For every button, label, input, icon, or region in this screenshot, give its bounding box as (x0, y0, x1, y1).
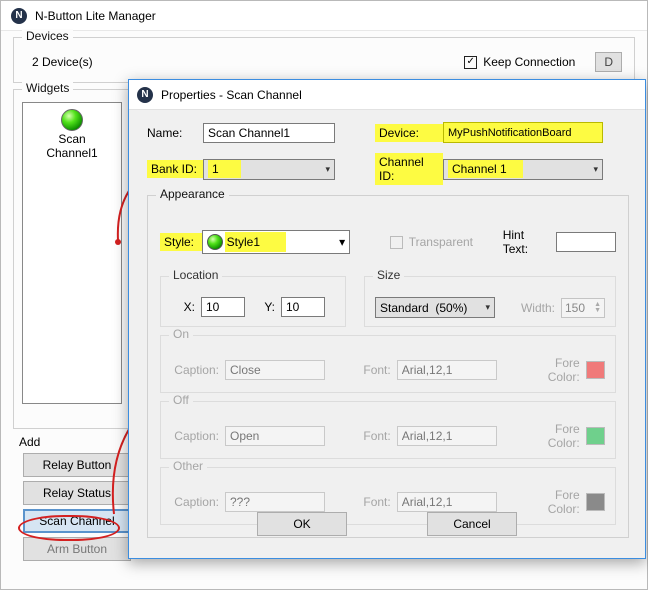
location-groupbox: Location X: Y: (160, 276, 346, 327)
device-count: 2 Device(s) (26, 55, 93, 69)
other-label: Other (169, 459, 207, 473)
other-font-label: Font: (360, 495, 391, 509)
style-orb-icon (207, 234, 223, 250)
device-label: Device: (375, 124, 443, 142)
bankid-select[interactable]: 1 ▾ (203, 159, 335, 180)
off-caption-label: Caption: (171, 429, 219, 443)
dialog-titlebar: N Properties - Scan Channel (129, 80, 645, 110)
appearance-groupbox: Appearance Style: Style1 ▾ Transparent H… (147, 195, 629, 538)
name-input[interactable] (203, 123, 335, 143)
widgets-list[interactable]: Scan Channel1 (22, 102, 122, 404)
off-caption-input (225, 426, 325, 446)
off-font-input (397, 426, 497, 446)
on-font-input (397, 360, 497, 380)
app-title: N-Button Lite Manager (35, 9, 156, 23)
transparent-checkbox: Transparent (390, 235, 473, 249)
name-label: Name: (147, 126, 203, 140)
on-label: On (169, 327, 193, 341)
hinttext-label: Hint Text: (503, 228, 552, 256)
bankid-label: Bank ID: (147, 160, 203, 178)
off-label: Off (169, 393, 193, 407)
properties-dialog: N Properties - Scan Channel Name: Device… (128, 79, 646, 559)
width-spinner: 150 ▲▼ (561, 298, 605, 318)
on-caption-input (225, 360, 325, 380)
off-groupbox: Off Caption: Font: Fore Color: (160, 401, 616, 459)
y-input[interactable] (281, 297, 325, 317)
bankid-value: 1 (208, 160, 241, 178)
dialog-body: Name: Device: MyPushNotificationBoard Ba… (129, 110, 645, 546)
transparent-label: Transparent (409, 235, 473, 249)
y-label: Y: (251, 300, 275, 314)
devices-extra-button[interactable]: D (595, 52, 622, 72)
devices-label: Devices (22, 29, 73, 43)
widgets-label: Widgets (22, 81, 73, 95)
off-font-label: Font: (360, 429, 391, 443)
width-label: Width: (521, 301, 555, 315)
channelid-label: Channel ID: (375, 153, 443, 185)
other-color-swatch[interactable] (586, 493, 605, 511)
scan-channel-button[interactable]: Scan Channel (23, 509, 131, 533)
location-label: Location (169, 268, 222, 282)
relay-button-button[interactable]: Relay Button (23, 453, 131, 477)
keep-connection-label: Keep Connection (483, 55, 575, 69)
device-select[interactable]: MyPushNotificationBoard (443, 122, 603, 143)
main-titlebar: N N-Button Lite Manager (1, 1, 647, 31)
x-input[interactable] (201, 297, 245, 317)
chevron-down-icon: ▾ (339, 235, 345, 249)
x-label: X: (171, 300, 195, 314)
style-select[interactable]: Style1 ▾ (202, 230, 351, 254)
off-forecolor-label: Fore Color: (522, 422, 580, 450)
hinttext-input[interactable] (556, 232, 616, 252)
device-value: MyPushNotificationBoard (448, 127, 572, 139)
dialog-logo-icon: N (137, 87, 153, 103)
chevron-down-icon: ▾ (325, 164, 330, 175)
chevron-down-icon: ▾ (485, 302, 490, 313)
size-groupbox: Size Standard (50%) ▾ Width: 150 ▲▼ (364, 276, 616, 327)
on-forecolor-label: Fore Color: (522, 356, 580, 384)
channelid-value: Channel 1 (448, 160, 523, 178)
style-label: Style: (160, 233, 202, 251)
appearance-label: Appearance (156, 187, 229, 201)
size-mode-select[interactable]: Standard (50%) ▾ (375, 297, 495, 318)
channelid-select[interactable]: Channel 1 ▾ (443, 159, 603, 180)
chevron-down-icon: ▾ (593, 164, 598, 175)
arm-button-button[interactable]: Arm Button (23, 537, 131, 561)
on-color-swatch[interactable] (586, 361, 605, 379)
devices-groupbox: Devices 2 Device(s) ✓ Keep Connection D (13, 37, 635, 83)
off-color-swatch[interactable] (586, 427, 605, 445)
ok-button[interactable]: OK (257, 512, 347, 536)
relay-status-button[interactable]: Relay Status (23, 481, 131, 505)
other-font-input (397, 492, 497, 512)
keep-connection-checkbox[interactable]: ✓ Keep Connection (464, 55, 575, 69)
dialog-title: Properties - Scan Channel (161, 88, 302, 102)
size-label: Size (373, 268, 404, 282)
widget-item-label: Scan Channel1 (23, 133, 121, 161)
on-groupbox: On Caption: Font: Fore Color: (160, 335, 616, 393)
style-value: Style1 (225, 232, 286, 252)
cancel-button[interactable]: Cancel (427, 512, 517, 536)
other-caption-label: Caption: (171, 495, 219, 509)
app-logo-icon: N (11, 8, 27, 24)
other-caption-input (225, 492, 325, 512)
status-orb-icon (61, 109, 83, 131)
on-font-label: Font: (360, 363, 391, 377)
on-caption-label: Caption: (171, 363, 219, 377)
